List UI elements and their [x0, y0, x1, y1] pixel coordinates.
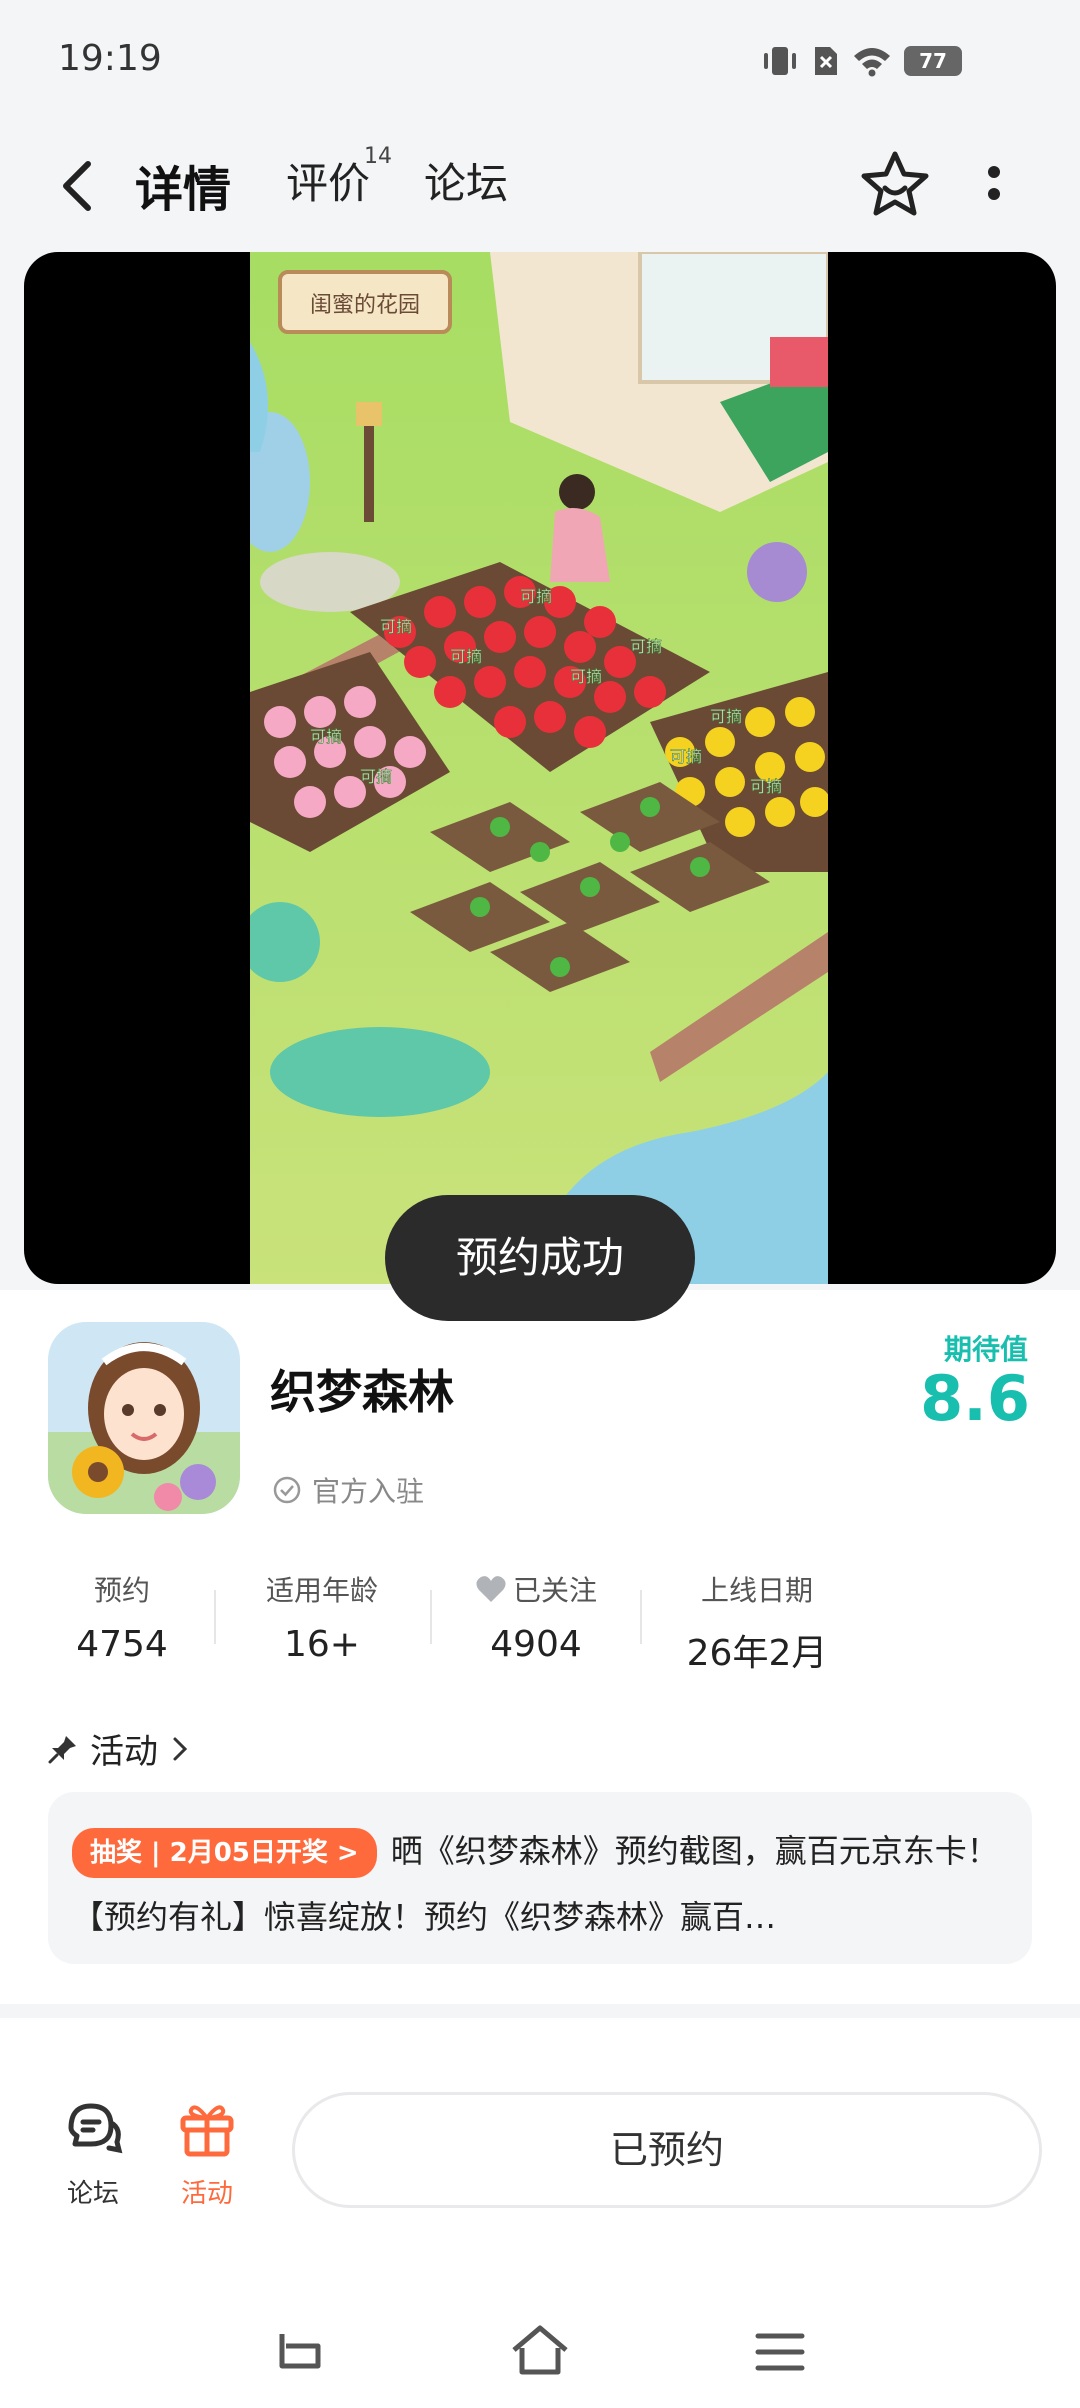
status-time: 19:19 [58, 38, 162, 79]
pick-label: 可摘 [360, 767, 392, 786]
back-nav-icon[interactable] [268, 2320, 332, 2384]
review-count-badge: 14 [364, 144, 392, 169]
stat-value: 4904 [490, 1624, 582, 1665]
pick-label: 可摘 [630, 637, 662, 656]
official-label: 官方入驻 [312, 1475, 425, 1508]
check-circle-icon [273, 1476, 301, 1504]
header: 详情 评价 14 论坛 [0, 120, 1080, 250]
heart-icon [476, 1576, 506, 1602]
activity-text-wrap: 抽奖 | 2月05日开奖 > 晒《织梦森林》预约截图，赢百元京东卡！【预约有礼】惊… [72, 1818, 1008, 1950]
activity-label: 活动 [180, 2179, 233, 2209]
status-icons: 77 [760, 44, 962, 78]
stat-age-rating: 适用年龄 16+ [242, 1570, 402, 1665]
activity-button[interactable]: 活动 [172, 2098, 242, 2210]
activity-title: 活动 [90, 1732, 158, 1772]
forum-button[interactable]: 论坛 [58, 2098, 128, 2210]
stat-divider [214, 1590, 216, 1644]
stat-value: 26年2月 [686, 1633, 828, 1674]
section-divider [0, 2004, 1080, 2018]
app-icon [48, 1322, 240, 1514]
favorite-star-icon[interactable] [858, 148, 932, 222]
pick-label: 可摘 [310, 727, 342, 746]
stat-release-date: 上线日期 26年2月 [670, 1570, 844, 1676]
stat-divider [430, 1590, 432, 1644]
tab-details[interactable]: 详情 [135, 150, 232, 220]
activity-header[interactable]: 活动 [48, 1724, 190, 1773]
pick-label: 可摘 [570, 667, 602, 686]
back-icon[interactable] [54, 158, 104, 214]
video-player[interactable]: 闺蜜的花园 可摘 可摘 可摘 可摘 可摘 可摘 可摘 可摘 可摘 可摘 [24, 252, 1056, 1284]
tab-reviews-label: 评价 [286, 159, 371, 208]
lottery-badge: 抽奖 | 2月05日开奖 > [72, 1828, 377, 1878]
game-scene-illustration: 闺蜜的花园 可摘 可摘 可摘 可摘 可摘 可摘 可摘 可摘 可摘 可摘 [250, 252, 828, 1284]
battery-icon: 77 [904, 46, 962, 76]
tab-reviews[interactable]: 评价 14 [286, 144, 392, 211]
game-screenshot: 闺蜜的花园 可摘 可摘 可摘 可摘 可摘 可摘 可摘 可摘 可摘 可摘 [250, 252, 828, 1284]
official-badge: 官方入驻 [272, 1470, 424, 1510]
menu-nav-icon[interactable] [748, 2320, 812, 2384]
vibrate-icon [764, 47, 796, 75]
forum-chat-icon [68, 2103, 123, 2154]
home-nav-icon[interactable] [508, 2320, 572, 2384]
stat-value: 16+ [284, 1624, 360, 1665]
media-section: 闺蜜的花园 可摘 可摘 可摘 可摘 可摘 可摘 可摘 可摘 可摘 可摘 [0, 250, 1080, 1290]
activity-card[interactable]: 抽奖 | 2月05日开奖 > 晒《织梦森林》预约截图，赢百元京东卡！【预约有礼】惊… [48, 1792, 1032, 1964]
more-options-icon[interactable] [980, 160, 1008, 210]
gift-icon [180, 2105, 234, 2157]
stat-followers[interactable]: 已关注 4904 [456, 1570, 616, 1665]
expectation-value: 8.6 [920, 1362, 1030, 1435]
stat-label-followed: 已关注 [456, 1570, 616, 1608]
stat-label: 上线日期 [700, 1574, 813, 1607]
system-nav-bar [0, 2296, 1080, 2408]
pick-label: 可摘 [750, 777, 782, 796]
wifi-icon [854, 48, 890, 77]
no-sim-icon [815, 47, 837, 75]
pick-label: 可摘 [710, 707, 742, 726]
stat-label: 适用年龄 [265, 1574, 378, 1607]
tab-forum-label: 论坛 [424, 159, 509, 208]
toast-message: 预约成功 [385, 1195, 695, 1321]
status-bar: 19:19 77 [0, 0, 1080, 120]
stat-divider [640, 1590, 642, 1644]
garden-signboard: 闺蜜的花园 [310, 293, 420, 318]
tab-forum[interactable]: 论坛 [424, 150, 508, 211]
pick-label: 可摘 [670, 747, 702, 766]
stat-label: 预约 [93, 1574, 150, 1607]
pick-label: 可摘 [520, 587, 552, 606]
tab-details-label: 详情 [135, 162, 232, 218]
pin-icon [48, 1735, 76, 1763]
forum-label: 论坛 [66, 2179, 119, 2209]
stat-reservations: 预约 4754 [62, 1570, 182, 1665]
stat-value: 4754 [76, 1624, 168, 1665]
app-name: 织梦森林 [270, 1365, 454, 1419]
chevron-right-icon [173, 1737, 188, 1760]
reserved-button[interactable]: 已预约 [292, 2092, 1042, 2208]
pick-label: 可摘 [380, 617, 412, 636]
pick-label: 可摘 [450, 647, 482, 666]
